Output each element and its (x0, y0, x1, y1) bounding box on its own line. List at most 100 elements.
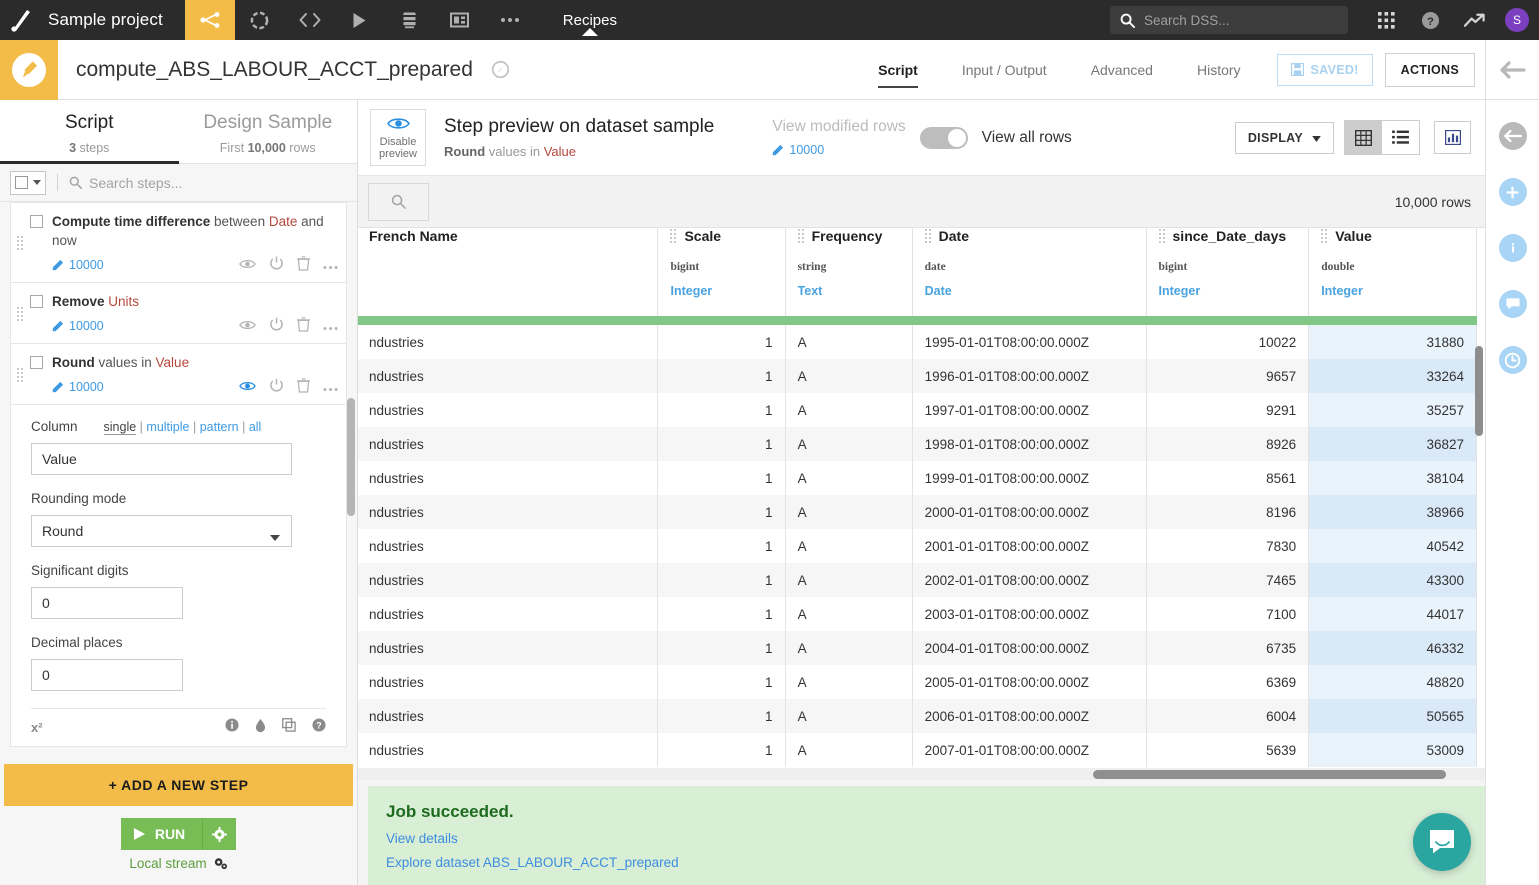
plus-circle-icon[interactable] (1498, 178, 1527, 206)
intercom-chat-button[interactable] (1413, 813, 1471, 871)
avatar[interactable]: S (1505, 8, 1529, 32)
apps-grid-icon[interactable] (1369, 0, 1403, 40)
project-name[interactable]: Sample project (42, 10, 185, 30)
view-rows-toggle[interactable] (919, 126, 968, 149)
column-meaning[interactable]: Text (798, 284, 900, 298)
search-steps-input[interactable]: Search steps... (69, 175, 182, 191)
column-meaning[interactable]: Integer (1321, 284, 1464, 298)
table-row[interactable]: ndustries 1 A 2004-01-01T08:00:00.000Z 6735 4… (358, 631, 1477, 665)
table-row[interactable]: ndustries 1 A 1997-01-01T08:00:00.000Z 9291 3… (358, 393, 1477, 427)
datasets-icon[interactable] (385, 0, 435, 40)
rounding-mode-select[interactable]: Round (31, 515, 292, 547)
table-row[interactable]: ndustries 1 A 1995-01-01T08:00:00.000Z 10022… (358, 325, 1477, 359)
trash-icon[interactable] (297, 378, 310, 396)
eye-icon[interactable] (239, 258, 256, 273)
dataiku-logo[interactable] (0, 0, 42, 40)
view-details-link[interactable]: View details (386, 831, 1467, 846)
column-header-value[interactable]: Value double Integer (1308, 228, 1477, 316)
table-search-input[interactable] (368, 182, 429, 221)
add-new-step-button[interactable]: + ADD A NEW STEP (4, 764, 353, 806)
tab-design-sample[interactable]: Design Sample First 10,000 rows (178, 100, 358, 164)
power-icon[interactable] (269, 317, 284, 335)
tab-script[interactable]: Script (856, 40, 940, 100)
column-drag-handle-icon[interactable] (1321, 229, 1328, 243)
step-checkbox[interactable] (30, 295, 43, 308)
view-all-rows-label[interactable]: View all rows (982, 129, 1072, 147)
table-row[interactable]: ndustries 1 A 1999-01-01T08:00:00.000Z 8561 3… (358, 461, 1477, 495)
step-item[interactable]: Remove Units 10000 (10, 282, 347, 343)
info-icon[interactable] (225, 718, 239, 736)
step-row-count[interactable]: 10000 (52, 319, 104, 333)
column-drag-handle-icon[interactable] (924, 229, 931, 243)
drag-handle-icon[interactable] (15, 353, 25, 396)
saved-button[interactable]: SAVED! (1276, 53, 1373, 86)
eye-icon[interactable] (239, 380, 256, 395)
code-icon[interactable] (285, 0, 335, 40)
table-row[interactable]: ndustries 1 A 2001-01-01T08:00:00.000Z 7830 4… (358, 529, 1477, 563)
power-icon[interactable] (269, 256, 284, 274)
table-row[interactable]: ndustries 1 A 2005-01-01T08:00:00.000Z 6369 4… (358, 665, 1477, 699)
recipe-status-icon[interactable] (491, 60, 510, 79)
tab-input-output[interactable]: Input / Output (940, 40, 1069, 100)
table-row[interactable]: ndustries 1 A 2000-01-01T08:00:00.000Z 8196 3… (358, 495, 1477, 529)
eye-icon[interactable] (239, 319, 256, 334)
column-drag-handle-icon[interactable] (797, 229, 804, 243)
step-row-count[interactable]: 10000 (52, 380, 104, 394)
grid-view-icon[interactable] (1345, 121, 1382, 154)
dashboard-icon[interactable] (435, 0, 485, 40)
tab-history[interactable]: History (1175, 40, 1263, 100)
column-header-scale[interactable]: Scale bigint Integer (657, 228, 786, 316)
table-row[interactable]: ndustries 1 A 1996-01-01T08:00:00.000Z 9657 3… (358, 359, 1477, 393)
table-row[interactable]: ndustries 1 A 2006-01-01T08:00:00.000Z 6004 5… (358, 699, 1477, 733)
view-modified-rows-label[interactable]: View modified rows (772, 118, 905, 136)
lab-icon[interactable] (235, 0, 285, 40)
column-meaning[interactable]: Date (925, 284, 1134, 298)
trash-icon[interactable] (297, 317, 310, 335)
run-button[interactable]: RUN (120, 818, 203, 850)
select-all-checkbox[interactable] (15, 176, 28, 189)
section-label-recipes[interactable]: Recipes (557, 12, 623, 36)
column-header-frequency[interactable]: Frequency string Text (785, 228, 913, 316)
more-icon[interactable] (323, 258, 338, 273)
column-meaning[interactable]: Integer (1159, 284, 1297, 298)
column-header-french-name[interactable]: French Name (358, 228, 659, 316)
table-row[interactable]: ndustries 1 A 2002-01-01T08:00:00.000Z 7465 4… (358, 563, 1477, 597)
column-drag-handle-icon[interactable] (670, 229, 677, 243)
decimal-places-input[interactable]: 0 (31, 659, 183, 691)
jobs-icon[interactable] (335, 0, 385, 40)
trending-up-icon[interactable] (1457, 0, 1491, 40)
script-panel-scrollbar[interactable] (347, 196, 355, 856)
info-circle-icon[interactable] (1498, 234, 1527, 262)
script-panel-scroll-thumb[interactable] (347, 398, 355, 516)
help-circle-icon[interactable]: ? (1413, 0, 1447, 40)
select-all-steps-dropdown[interactable] (10, 170, 46, 195)
flow-icon[interactable] (184, 0, 235, 40)
step-item[interactable]: Compute time difference between Date and… (10, 202, 347, 282)
tab-script-steps[interactable]: Script 3 steps (0, 100, 179, 164)
list-view-icon[interactable] (1382, 121, 1419, 154)
copy-icon[interactable] (282, 718, 296, 736)
mode-pattern[interactable]: pattern (200, 420, 239, 434)
explore-dataset-link[interactable]: Explore dataset ABS_LABOUR_ACCT_prepared (386, 855, 1467, 870)
actions-button[interactable]: ACTIONS (1384, 52, 1475, 87)
tab-advanced[interactable]: Advanced (1069, 40, 1175, 100)
column-meaning[interactable]: Integer (670, 284, 772, 298)
droplet-icon[interactable] (255, 718, 266, 736)
table-row[interactable]: ndustries 1 A 2003-01-01T08:00:00.000Z 7100 4… (358, 597, 1477, 631)
table-horizontal-scroll-thumb[interactable] (1093, 770, 1446, 779)
engine-selector[interactable]: Local stream (0, 856, 357, 885)
comment-circle-icon[interactable] (1498, 290, 1527, 318)
back-arrow-icon[interactable] (1485, 39, 1539, 100)
step-row-count[interactable]: 10000 (52, 258, 104, 272)
step-checkbox[interactable] (30, 356, 43, 369)
drag-handle-icon[interactable] (15, 212, 25, 274)
column-header-since-date-days[interactable]: since_Date_days bigint Integer (1146, 228, 1310, 316)
disable-preview-button[interactable]: Disable preview (370, 108, 426, 167)
table-row[interactable]: ndustries 1 A 2007-01-01T08:00:00.000Z 5639 5… (358, 733, 1477, 767)
more-icon[interactable] (323, 319, 338, 334)
bar-chart-icon[interactable] (1434, 121, 1471, 154)
table-vertical-scrollbar[interactable] (1475, 346, 1483, 766)
search-input[interactable]: Search DSS... (1110, 6, 1348, 34)
table-horizontal-scrollbar[interactable] (358, 768, 1485, 780)
column-drag-handle-icon[interactable] (1158, 229, 1165, 243)
